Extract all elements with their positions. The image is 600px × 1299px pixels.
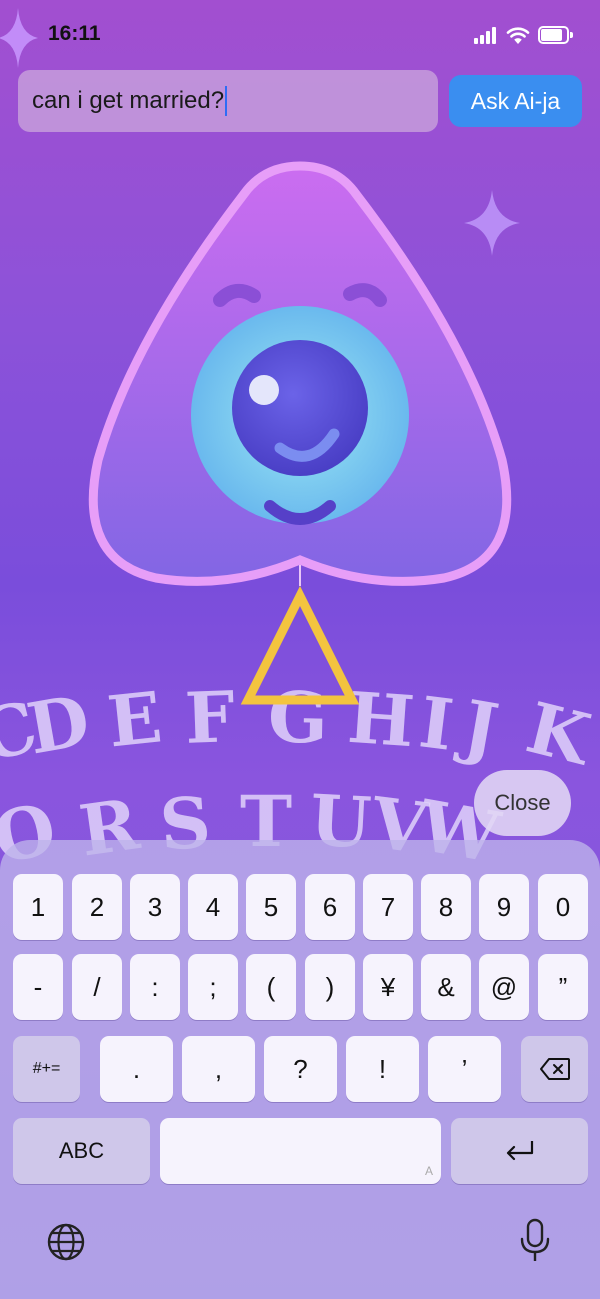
delete-key[interactable]	[521, 1036, 588, 1102]
key-at[interactable]: @	[479, 954, 529, 1020]
board-letter: I	[415, 680, 458, 767]
text-caret	[225, 86, 228, 116]
key-hyphen[interactable]: -	[13, 954, 63, 1020]
key-3[interactable]: 3	[130, 874, 180, 940]
return-icon	[506, 1141, 533, 1161]
key-0[interactable]: 0	[538, 874, 588, 940]
planchette-mascot-icon	[88, 161, 512, 586]
key-2[interactable]: 2	[72, 874, 122, 940]
key-ampersand[interactable]: &	[421, 954, 471, 1020]
key-slash[interactable]: /	[72, 954, 122, 1020]
symbols-key[interactable]: #+=	[13, 1036, 80, 1102]
board-letter: F	[183, 675, 237, 760]
space-key-hint: A	[424, 1164, 433, 1178]
microphone-icon[interactable]	[518, 1218, 552, 1264]
key-open-paren[interactable]: (	[246, 954, 296, 1020]
ask-button[interactable]: Ask Ai-ja	[449, 75, 582, 127]
abc-key[interactable]: ABC	[13, 1118, 150, 1184]
key-7[interactable]: 7	[363, 874, 413, 940]
board-letter: K	[518, 685, 598, 782]
key-close-paren[interactable]: )	[305, 954, 355, 1020]
status-time: 16:11	[48, 22, 101, 45]
key-period[interactable]: .	[100, 1036, 173, 1102]
key-semicolon[interactable]: ;	[188, 954, 238, 1020]
key-9[interactable]: 9	[479, 874, 529, 940]
key-1[interactable]: 1	[13, 874, 63, 940]
wifi-icon	[506, 27, 530, 44]
close-button[interactable]: Close	[474, 770, 571, 836]
return-key[interactable]	[451, 1118, 588, 1184]
board-letter: D	[21, 678, 96, 771]
key-quote[interactable]: ”	[538, 954, 588, 1020]
globe-icon[interactable]	[46, 1222, 86, 1262]
cellular-signal-icon	[474, 26, 500, 44]
key-exclamation[interactable]: !	[346, 1036, 419, 1102]
question-input-value: can i get married?	[32, 87, 225, 114]
key-yen[interactable]: ¥	[363, 954, 413, 1020]
triangle-pointer-icon	[240, 586, 360, 705]
key-4[interactable]: 4	[188, 874, 238, 940]
space-key[interactable]: A	[160, 1118, 441, 1184]
key-apostrophe[interactable]: ’	[428, 1036, 501, 1102]
question-input[interactable]: can i get married?	[18, 70, 438, 132]
key-8[interactable]: 8	[421, 874, 471, 940]
board-letter: J	[457, 683, 505, 772]
key-comma[interactable]: ,	[182, 1036, 255, 1102]
battery-icon	[538, 26, 573, 44]
key-6[interactable]: 6	[305, 874, 355, 940]
backspace-icon	[539, 1058, 570, 1080]
key-5[interactable]: 5	[246, 874, 296, 940]
board-letter: E	[103, 675, 166, 764]
key-colon[interactable]: :	[130, 954, 180, 1020]
key-question[interactable]: ?	[264, 1036, 337, 1102]
keyboard: 1 2 3 4 5 6 7 8 9 0 - / : ; ( ) ¥ & @ ” …	[0, 840, 600, 1299]
sparkle-icon	[0, 8, 38, 68]
